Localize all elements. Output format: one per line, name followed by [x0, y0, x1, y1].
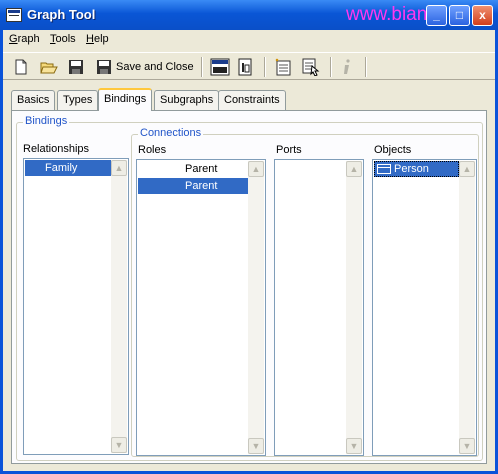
menu-graph-mnemonic: G — [9, 33, 18, 45]
tab-subgraphs[interactable]: Subgraphs — [154, 90, 220, 110]
new-icon[interactable] — [13, 57, 29, 77]
tab-constraints[interactable]: Constraints — [218, 90, 286, 110]
list-item[interactable]: Family — [25, 160, 111, 176]
scroll-up-icon[interactable]: ▲ — [248, 161, 264, 177]
scroll-up-icon[interactable]: ▲ — [459, 161, 475, 177]
connections-group: Connections Roles Parent Parent ▲ ▼ Port… — [131, 127, 479, 457]
title-bar[interactable]: Graph Tool www.bian _ □ x — [0, 0, 498, 30]
objects-label: Objects — [374, 144, 412, 156]
menu-tools[interactable]: Tools — [50, 33, 76, 45]
toolbar-separator — [365, 57, 367, 77]
relationships-label: Relationships — [23, 143, 90, 155]
ports-label: Ports — [276, 144, 302, 156]
properties-icon[interactable] — [237, 57, 253, 77]
toolbar-separator — [264, 57, 266, 77]
list-item[interactable]: Parent — [138, 161, 248, 177]
toolbar-separator — [201, 57, 203, 77]
scroll-up-icon[interactable]: ▲ — [111, 160, 127, 176]
scroll-down-icon[interactable]: ▼ — [459, 438, 475, 454]
objects-scrollbar[interactable]: ▲ ▼ — [459, 161, 475, 454]
scroll-down-icon[interactable]: ▼ — [111, 437, 127, 453]
menu-graph-label: raph — [17, 33, 40, 45]
roles-label: Roles — [138, 144, 167, 156]
window-title: Graph Tool — [27, 7, 96, 22]
maximize-button[interactable]: □ — [449, 5, 470, 26]
scroll-down-icon[interactable]: ▼ — [248, 438, 264, 454]
bindings-panel: Bindings Relationships Family ▲ ▼ Connec… — [11, 110, 487, 464]
open-icon[interactable] — [40, 57, 58, 77]
roles-list[interactable]: Parent Parent ▲ ▼ — [136, 159, 266, 456]
minimize-button[interactable]: _ — [426, 5, 447, 26]
save-and-close-icon — [97, 60, 111, 74]
menu-bar: Graph Tools Help — [3, 30, 495, 50]
object-label: Person — [394, 163, 429, 175]
toolbar: Save and Close — [3, 52, 495, 80]
watermark: www.bian — [346, 4, 428, 25]
save-and-close-label: Save and Close — [116, 61, 194, 73]
save-icon[interactable] — [68, 57, 84, 77]
tab-bindings[interactable]: Bindings — [98, 88, 153, 111]
select-icon[interactable] — [302, 57, 320, 77]
scroll-up-icon[interactable]: ▲ — [346, 161, 362, 177]
bindings-group-title: Bindings — [23, 115, 70, 127]
toolbar-separator — [330, 57, 332, 77]
connections-group-title: Connections — [138, 127, 204, 139]
relationships-scrollbar[interactable]: ▲ ▼ — [111, 160, 127, 453]
save-and-close-button[interactable]: Save and Close — [96, 57, 194, 77]
bindings-group: Bindings Relationships Family ▲ ▼ Connec… — [16, 115, 483, 461]
objects-list[interactable]: Person ▲ ▼ — [372, 159, 477, 456]
tab-basics[interactable]: Basics — [11, 90, 56, 110]
roles-scrollbar[interactable]: ▲ ▼ — [248, 161, 264, 454]
menu-help-mnemonic: H — [86, 33, 94, 45]
ports-list[interactable]: ▲ ▼ — [274, 159, 364, 456]
object-type-icon — [377, 164, 391, 174]
close-button[interactable]: x — [472, 5, 493, 26]
new-item-icon[interactable] — [274, 57, 292, 77]
list-item[interactable]: Person — [374, 161, 459, 177]
menu-help-label: elp — [93, 33, 109, 45]
menu-tools-label: ools — [55, 33, 76, 45]
xml-export-icon[interactable] — [210, 57, 230, 77]
info-icon[interactable] — [341, 57, 353, 77]
ports-scrollbar[interactable]: ▲ ▼ — [346, 161, 362, 454]
menu-graph[interactable]: Graph — [9, 33, 40, 45]
menu-help[interactable]: Help — [86, 33, 109, 45]
scroll-down-icon[interactable]: ▼ — [346, 438, 362, 454]
relationships-list[interactable]: Family ▲ ▼ — [23, 158, 129, 455]
app-icon — [6, 8, 22, 22]
tab-types[interactable]: Types — [57, 90, 99, 110]
graph-tool-window: Graph Tool www.bian _ □ x Graph Tools He… — [0, 0, 498, 474]
list-item[interactable]: Parent — [138, 178, 248, 194]
